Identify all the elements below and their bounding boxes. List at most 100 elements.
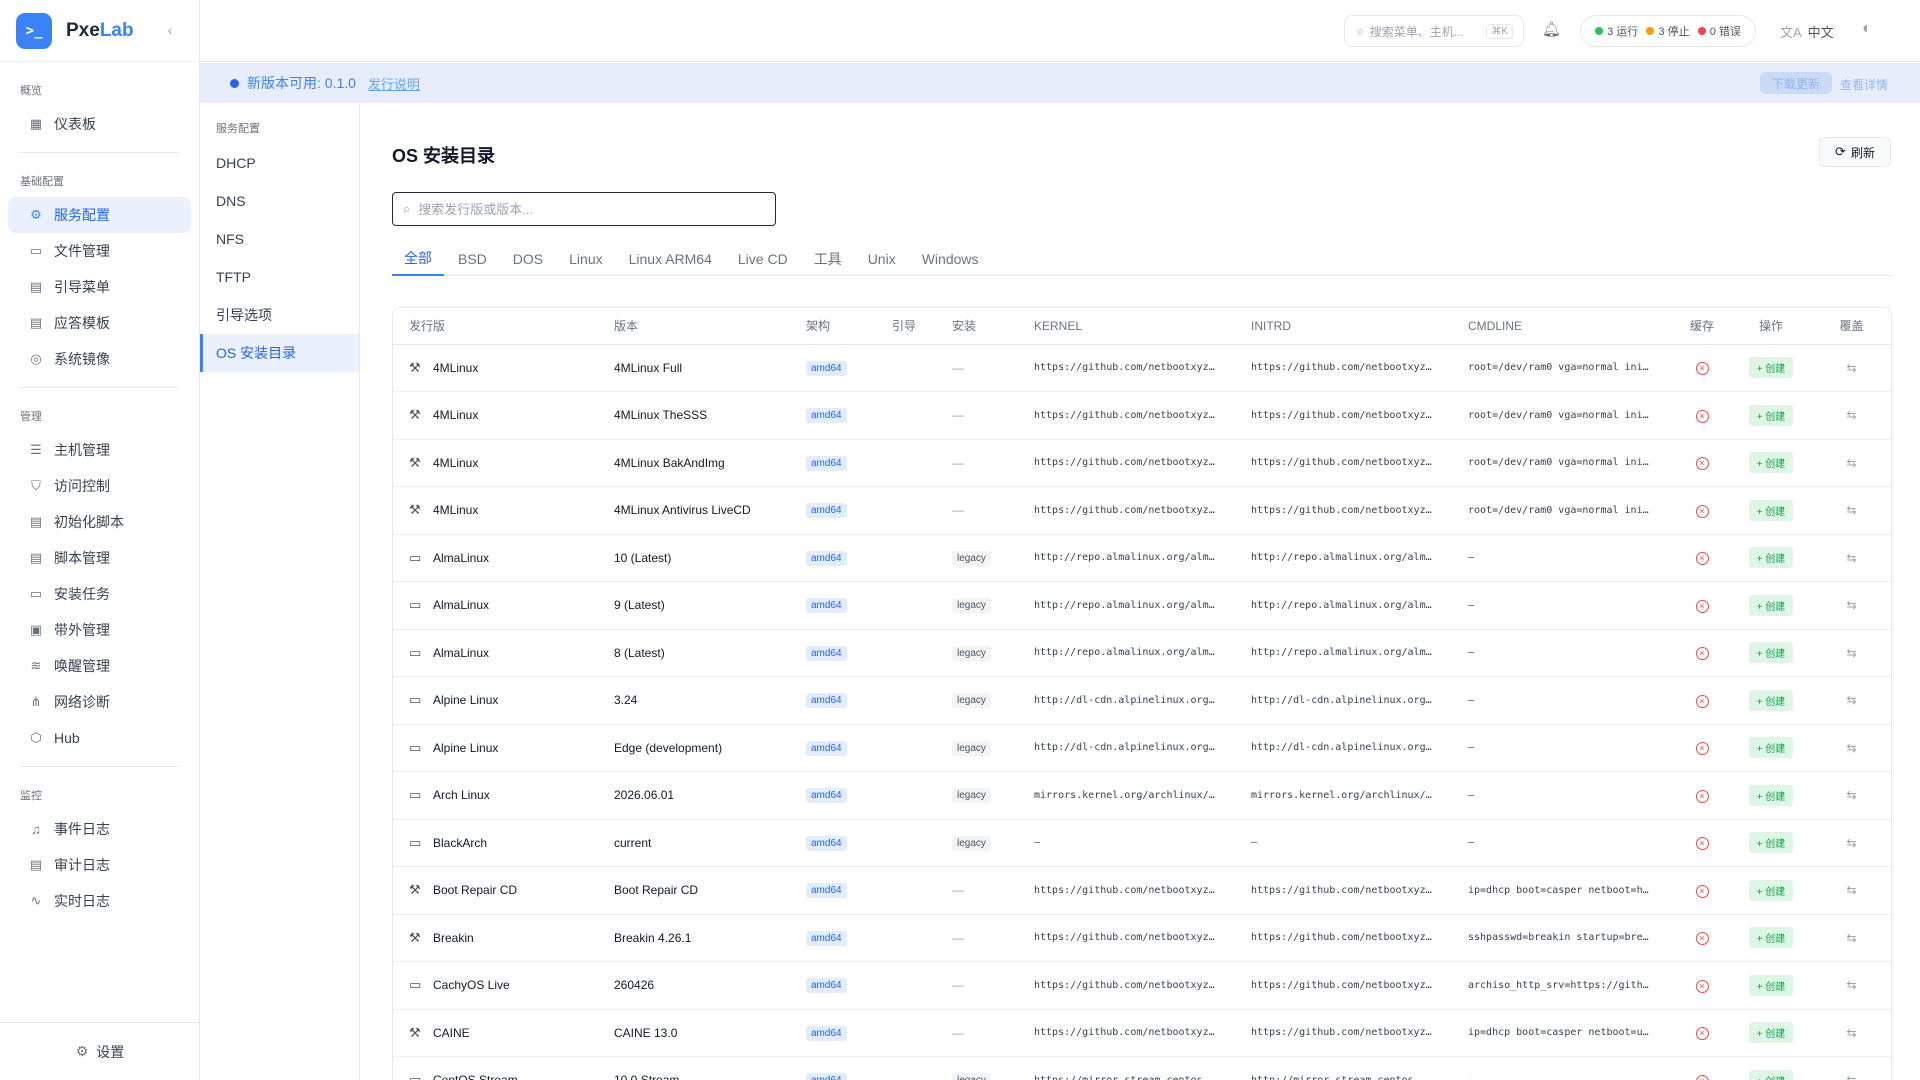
create-button[interactable]: + 创建 <box>1748 832 1794 854</box>
arch-cell: amd64 <box>790 391 876 440</box>
sidebar-item-file-code[interactable]: ▤ 脚本管理 <box>8 540 191 576</box>
create-button[interactable]: + 创建 <box>1748 404 1794 426</box>
tab-category[interactable]: 全部 <box>392 242 444 276</box>
override-toggle-icon[interactable]: ⇆ <box>1846 456 1856 470</box>
create-button[interactable]: + 创建 <box>1748 927 1794 949</box>
settings-button[interactable]: ⚙ 设置 <box>0 1022 200 1080</box>
table-row[interactable]: ⚒ 4MLinux 4MLinux Antivirus LiveCD amd64 — ht… <box>393 486 1891 535</box>
subnav-item[interactable]: 引导选项 <box>200 296 359 334</box>
table-row[interactable]: ▭ Arch Linux 2026.06.01 amd64 legacy mirrors.… <box>393 771 1891 820</box>
sidebar-item-log[interactable]: ▤ 审计日志 <box>8 847 191 883</box>
override-toggle-icon[interactable]: ⇆ <box>1846 361 1856 375</box>
sidebar-item-document[interactable]: ▤ 应答模板 <box>8 305 191 341</box>
override-toggle-icon[interactable]: ⇆ <box>1846 503 1856 517</box>
override-toggle-icon[interactable]: ⇆ <box>1846 788 1856 802</box>
sidebar-item-network[interactable]: ⋔ 网络诊断 <box>8 684 191 720</box>
sidebar-item-activity[interactable]: ∿ 实时日志 <box>8 883 191 919</box>
notifications-bell-icon[interactable]: 🔔︎ <box>1542 20 1562 42</box>
sidebar-item-dashboard[interactable]: ▦ 仪表板 <box>8 106 191 142</box>
stopped-dot-icon <box>1646 27 1655 35</box>
override-toggle-icon[interactable]: ⇆ <box>1846 836 1856 850</box>
override-toggle-icon[interactable]: ⇆ <box>1846 1026 1856 1040</box>
table-row[interactable]: ▭ Alpine Linux Edge (development) amd64 lega… <box>393 724 1891 772</box>
table-row[interactable]: ⚒ 4MLinux 4MLinux BakAndImg amd64 — https://g… <box>393 439 1891 487</box>
tab-category[interactable]: Windows <box>910 242 991 276</box>
view-details-link[interactable]: 查看详情 <box>1840 76 1888 93</box>
create-button[interactable]: + 创建 <box>1748 689 1794 711</box>
table-row[interactable]: ⚒ 4MLinux 4MLinux TheSSS amd64 — https://gith… <box>393 391 1891 440</box>
sidebar-item-disc[interactable]: ◎ 系统镜像 <box>8 341 191 377</box>
table-row[interactable]: ▭ CachyOS Live 260426 amd64 — https://github.… <box>393 961 1891 1010</box>
override-toggle-icon[interactable]: ⇆ <box>1846 978 1856 992</box>
tab-category[interactable]: 工具 <box>802 242 854 276</box>
table-row[interactable]: ⚒ Boot Repair CD Boot Repair CD amd64 — https… <box>393 866 1891 915</box>
subnav-item[interactable]: TFTP <box>200 258 359 296</box>
subnav-item[interactable]: OS 安装目录 <box>200 334 359 372</box>
create-button[interactable]: + 创建 <box>1748 499 1794 521</box>
sidebar-item-server[interactable]: ☰ 主机管理 <box>8 432 191 468</box>
override-toggle-icon[interactable]: ⇆ <box>1846 883 1856 897</box>
subnav-item[interactable]: NFS <box>200 220 359 258</box>
override-toggle-icon[interactable]: ⇆ <box>1846 551 1856 565</box>
tab-category[interactable]: Linux <box>557 242 614 276</box>
distro-search-input[interactable] <box>418 201 749 217</box>
subnav-item[interactable]: DNS <box>200 182 359 220</box>
sidebar-item-wifi[interactable]: ≋ 唤醒管理 <box>8 648 191 684</box>
arch-badge: amd64 <box>806 503 847 519</box>
override-toggle-icon[interactable]: ⇆ <box>1846 741 1856 755</box>
table-row[interactable]: ▭ AlmaLinux 10 (Latest) amd64 legacy http://r… <box>393 534 1891 582</box>
override-toggle-icon[interactable]: ⇆ <box>1846 408 1856 422</box>
sidebar-item-bell[interactable]: ♫ 事件日志 <box>8 811 191 847</box>
tab-category[interactable]: Linux ARM64 <box>617 242 724 276</box>
create-button[interactable]: + 创建 <box>1748 642 1794 664</box>
override-toggle-icon[interactable]: ⇆ <box>1846 598 1856 612</box>
language-switcher[interactable]: 文A 中文 <box>1780 22 1834 41</box>
create-button[interactable]: + 创建 <box>1748 974 1794 996</box>
refresh-button[interactable]: ⟳ 刷新 <box>1819 137 1891 167</box>
create-button[interactable]: + 创建 <box>1748 737 1794 759</box>
sidebar-item-document[interactable]: ▤ 引导菜单 <box>8 269 191 305</box>
sidebar-item-cpu[interactable]: ▣ 带外管理 <box>8 612 191 648</box>
sidebar-item-script[interactable]: ▤ 初始化脚本 <box>8 504 191 540</box>
tab-category[interactable]: Live CD <box>726 242 800 276</box>
create-button[interactable]: + 创建 <box>1748 547 1794 569</box>
table-row[interactable]: ▭ BlackArch current amd64 legacy — — — × + 创建 ⇆ <box>393 819 1891 867</box>
sidebar-item-drive[interactable]: ▭ 文件管理 <box>8 233 191 269</box>
theme-palette-icon[interactable]: ◐ <box>1862 20 1872 38</box>
create-button[interactable]: + 创建 <box>1748 1069 1794 1080</box>
table-row[interactable]: ⚒ Breakin Breakin 4.26.1 amd64 — https://gith… <box>393 914 1891 962</box>
table-row[interactable]: ▭ AlmaLinux 9 (Latest) amd64 legacy http://re… <box>393 581 1891 630</box>
create-button[interactable]: + 创建 <box>1748 594 1794 616</box>
create-button[interactable]: + 创建 <box>1748 879 1794 901</box>
table-row[interactable]: ▭ CentOS Stream 10.0 Stream amd64 legacy http… <box>393 1056 1891 1080</box>
table-row[interactable]: ▭ Alpine Linux 3.24 amd64 legacy http://dl-cd… <box>393 676 1891 725</box>
global-search-input[interactable]: ⌕ 搜索菜单、主机... ⌘K <box>1344 15 1524 47</box>
arch-badge: amd64 <box>806 645 847 661</box>
collapse-sidebar-icon[interactable]: ‹ <box>160 20 180 40</box>
sidebar-item-shield[interactable]: ⛉ 访问控制 <box>8 468 191 504</box>
sidebar-item-gear[interactable]: ⚙ 服务配置 <box>8 197 191 233</box>
table-row[interactable]: ▭ AlmaLinux 8 (Latest) amd64 legacy http://re… <box>393 629 1891 677</box>
sidebar-item-package[interactable]: ⬡ Hub <box>8 720 191 756</box>
create-button[interactable]: + 创建 <box>1748 357 1794 379</box>
table-row[interactable]: ⚒ CAINE CAINE 13.0 amd64 — https://github.com… <box>393 1009 1891 1057</box>
service-status-pill[interactable]: 3 运行 3 停止 0 错误 <box>1580 15 1756 47</box>
create-button[interactable]: + 创建 <box>1748 784 1794 806</box>
override-toggle-icon[interactable]: ⇆ <box>1846 931 1856 945</box>
kernel-cell: http://repo.almalinux.org/alm… <box>1018 534 1235 582</box>
subnav-item[interactable]: DHCP <box>200 144 359 182</box>
tab-category[interactable]: BSD <box>446 242 499 276</box>
initrd-cell: https://github.com/netbootxyz… <box>1235 486 1452 535</box>
table-row[interactable]: ⚒ 4MLinux 4MLinux Full amd64 — https://github… <box>393 344 1891 392</box>
release-notes-link[interactable]: 发行说明 <box>368 74 420 93</box>
create-button[interactable]: + 创建 <box>1748 452 1794 474</box>
override-toggle-icon[interactable]: ⇆ <box>1846 646 1856 660</box>
download-update-button[interactable]: 下载更新 <box>1760 72 1833 94</box>
settings-label: 设置 <box>96 1043 125 1060</box>
override-toggle-icon[interactable]: ⇆ <box>1846 1073 1856 1080</box>
tab-category[interactable]: DOS <box>501 242 555 276</box>
sidebar-item-drive[interactable]: ▭ 安装任务 <box>8 576 191 612</box>
create-button[interactable]: + 创建 <box>1748 1022 1794 1044</box>
tab-category[interactable]: Unix <box>856 242 908 276</box>
override-toggle-icon[interactable]: ⇆ <box>1846 693 1856 707</box>
